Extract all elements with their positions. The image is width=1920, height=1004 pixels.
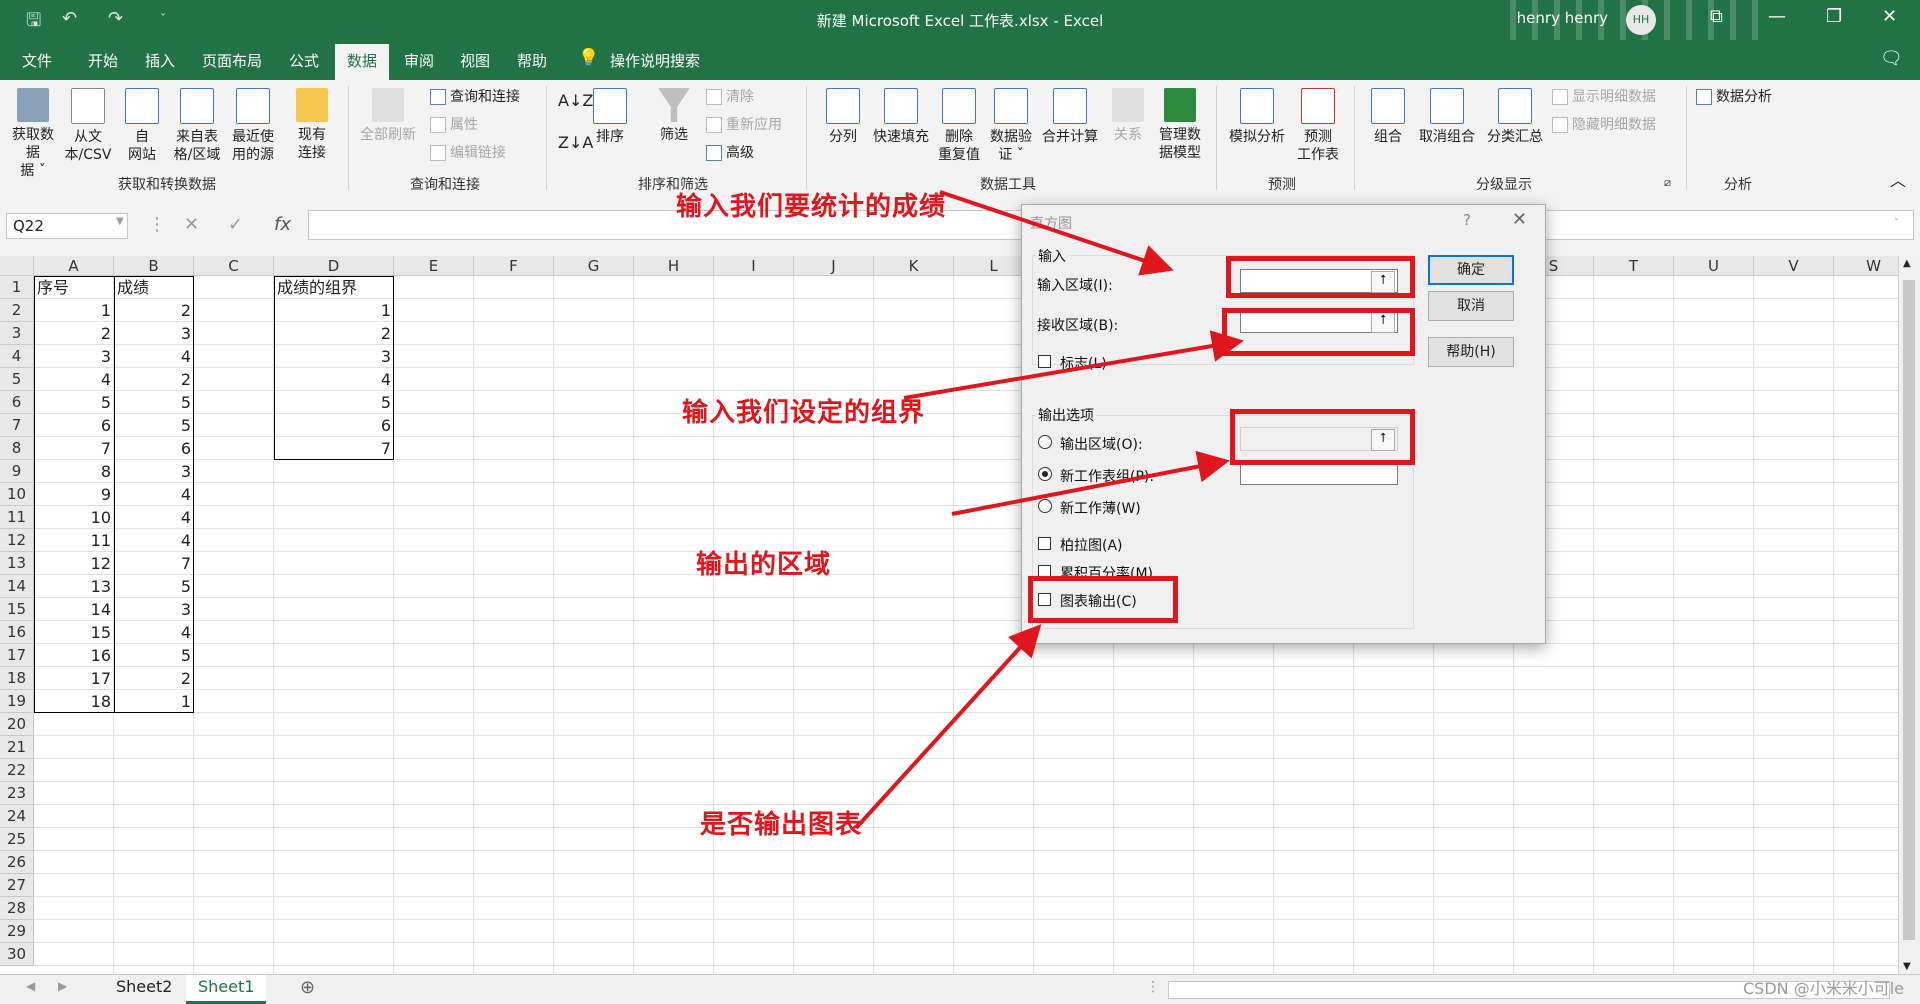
input-range-note: 输入我们要统计的成绩: [676, 192, 947, 222]
arrow-to-input-range: [939, 190, 1174, 276]
arrow-to-chart-output: [854, 624, 1042, 830]
watermark: CSDN @小米米小可le: [1743, 979, 1904, 998]
arrow-to-bin-range: [903, 330, 1244, 400]
chart-output-note: 是否输出图表: [700, 810, 863, 840]
arrow-to-output-range: [951, 450, 1230, 516]
bin-range-note: 输入我们设定的组界: [682, 398, 926, 428]
annotation-arrows: [854, 190, 1244, 830]
output-range-note: 输出的区域: [696, 550, 832, 580]
